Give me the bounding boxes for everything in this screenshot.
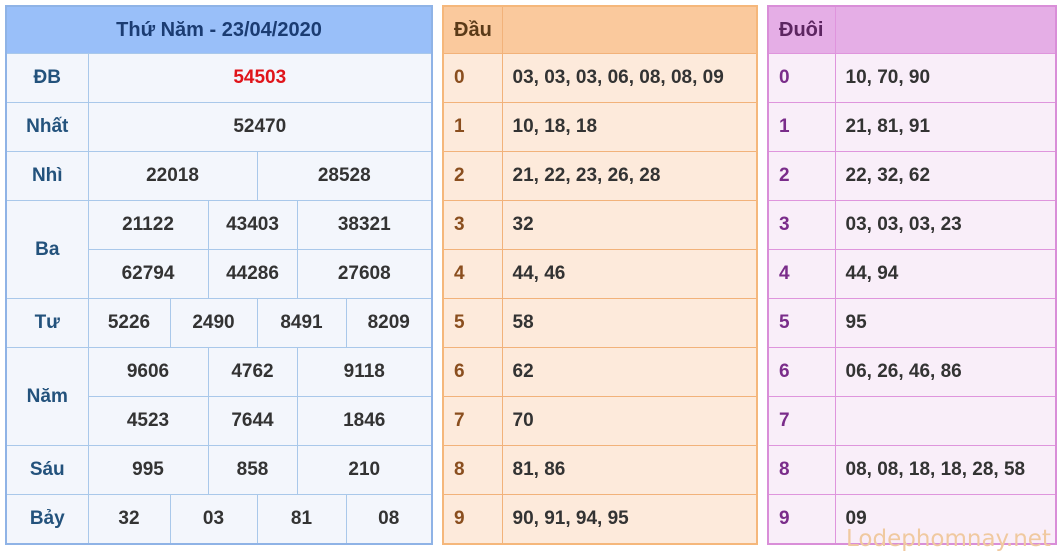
dau-value: 62	[501, 347, 758, 397]
duoi-key: 4	[767, 249, 836, 299]
duoi-table: Đuôi 0 10, 70, 90 1 21, 81, 91 2 22, 32, 62…	[767, 5, 1057, 545]
duoi-key: 9	[767, 494, 836, 545]
label-nam: Năm	[5, 347, 89, 446]
duoi-value: 06, 26, 46, 86	[834, 347, 1057, 397]
results-title: Thứ Năm - 23/04/2020	[5, 5, 433, 54]
duoi-header-blank	[834, 5, 1057, 54]
watermark: Lodephomnay.net	[846, 526, 1051, 552]
duoi-key: 7	[767, 396, 836, 446]
dau-value: 70	[501, 396, 758, 446]
prize-ba-3: 38321	[296, 200, 433, 250]
prize-ba-2: 43403	[207, 200, 298, 250]
label-nhat: Nhất	[5, 102, 89, 152]
duoi-key: 6	[767, 347, 836, 397]
label-ba: Ba	[5, 200, 89, 299]
duoi-value: 95	[834, 298, 1057, 348]
prize-bay-1: 32	[87, 494, 171, 545]
duoi-value	[834, 396, 1057, 446]
dau-header: Đầu	[442, 5, 503, 54]
duoi-value: 22, 32, 62	[834, 151, 1057, 201]
dau-value: 32	[501, 200, 758, 250]
duoi-key: 3	[767, 200, 836, 250]
prize-nam-6: 1846	[296, 396, 433, 446]
dau-key: 7	[442, 396, 503, 446]
dau-value: 58	[501, 298, 758, 348]
prize-tu-2: 2490	[169, 298, 258, 348]
prize-bay-2: 03	[169, 494, 258, 545]
prize-sau-3: 210	[296, 445, 433, 495]
label-tu: Tư	[5, 298, 89, 348]
dau-value: 03, 03, 03, 06, 08, 08, 09	[501, 53, 758, 103]
duoi-key: 2	[767, 151, 836, 201]
results-table: Thứ Năm - 23/04/2020 ĐB 54503 Nhất 52470…	[5, 5, 433, 545]
duoi-key: 0	[767, 53, 836, 103]
dau-value: 90, 91, 94, 95	[501, 494, 758, 545]
prize-nam-2: 4762	[207, 347, 298, 397]
dau-value: 10, 18, 18	[501, 102, 758, 152]
dau-key: 6	[442, 347, 503, 397]
prize-tu-1: 5226	[87, 298, 171, 348]
prize-ba-5: 44286	[207, 249, 298, 299]
dau-table: Đầu 0 03, 03, 03, 06, 08, 08, 09 1 10, 18,…	[442, 5, 758, 545]
prize-nam-5: 7644	[207, 396, 298, 446]
label-nhi: Nhì	[5, 151, 89, 201]
prize-ba-1: 21122	[87, 200, 209, 250]
dau-key: 9	[442, 494, 503, 545]
duoi-value: 44, 94	[834, 249, 1057, 299]
dau-value: 81, 86	[501, 445, 758, 495]
dau-key: 3	[442, 200, 503, 250]
duoi-key: 5	[767, 298, 836, 348]
prize-nhat: 52470	[87, 102, 433, 152]
dau-key: 8	[442, 445, 503, 495]
duoi-value: 08, 08, 18, 18, 28, 58	[834, 445, 1057, 495]
duoi-value: 10, 70, 90	[834, 53, 1057, 103]
prize-ba-4: 62794	[87, 249, 209, 299]
label-bay: Bảy	[5, 494, 89, 545]
duoi-key: 8	[767, 445, 836, 495]
dau-key: 0	[442, 53, 503, 103]
dau-key: 2	[442, 151, 503, 201]
prize-nam-4: 4523	[87, 396, 209, 446]
dau-key: 5	[442, 298, 503, 348]
prize-nhi-1: 22018	[87, 151, 258, 201]
dau-header-blank	[501, 5, 758, 54]
dau-value: 21, 22, 23, 26, 28	[501, 151, 758, 201]
label-db: ĐB	[5, 53, 89, 103]
prize-sau-2: 858	[207, 445, 298, 495]
dau-value: 44, 46	[501, 249, 758, 299]
prize-tu-3: 8491	[256, 298, 347, 348]
prize-bay-4: 08	[345, 494, 433, 545]
prize-sau-1: 995	[87, 445, 209, 495]
prize-tu-4: 8209	[345, 298, 433, 348]
prize-nhi-2: 28528	[256, 151, 433, 201]
duoi-value: 03, 03, 03, 23	[834, 200, 1057, 250]
prize-nam-3: 9118	[296, 347, 433, 397]
duoi-value: 21, 81, 91	[834, 102, 1057, 152]
prize-nam-1: 9606	[87, 347, 209, 397]
label-sau: Sáu	[5, 445, 89, 495]
prize-db: 54503	[87, 53, 433, 103]
dau-key: 4	[442, 249, 503, 299]
prize-ba-6: 27608	[296, 249, 433, 299]
duoi-header: Đuôi	[767, 5, 836, 54]
duoi-key: 1	[767, 102, 836, 152]
prize-bay-3: 81	[256, 494, 347, 545]
dau-key: 1	[442, 102, 503, 152]
